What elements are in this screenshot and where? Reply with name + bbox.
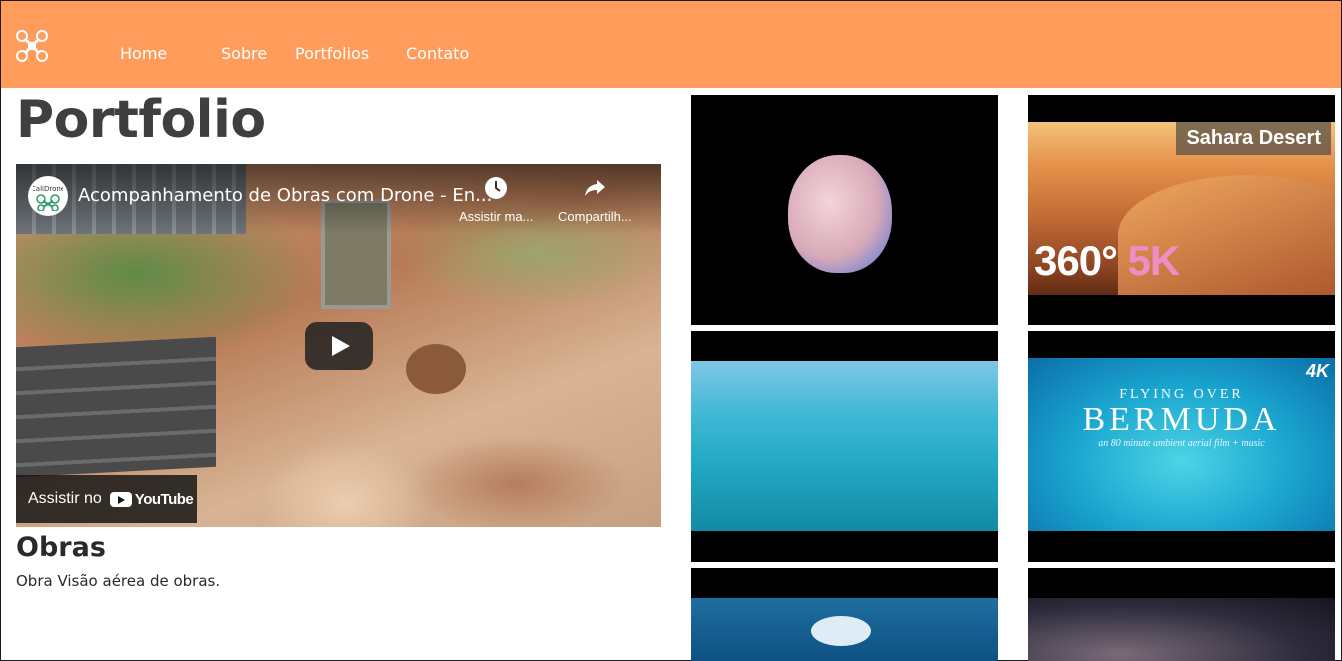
sahara-badge: 360° 5K (1034, 237, 1181, 285)
bermuda-subtitle: an 80 minute ambient aerial film + music (1098, 438, 1265, 449)
nav-home-link[interactable]: Home (120, 44, 167, 63)
nav-sobre-link[interactable]: Sobre (221, 44, 267, 63)
sahara-5k: 5K (1127, 237, 1181, 284)
cloud-shape (811, 616, 871, 646)
share-button[interactable]: Compartilh... (558, 176, 632, 224)
video-thumbnail-reef[interactable] (691, 331, 998, 562)
watch-on-label: Assistir no (28, 490, 102, 507)
nav-contato-link[interactable]: Contato (406, 44, 469, 63)
4k-badge: 4K (1305, 361, 1329, 381)
channel-avatar[interactable]: CaliDrone (28, 176, 68, 216)
video-thumbnail-sahara[interactable]: Sahara Desert 360° 5K (1028, 95, 1335, 325)
sahara-360: 360° (1034, 237, 1118, 284)
portfolio-card-description: Obra Visão aérea de obras. (16, 572, 221, 590)
navbar: Home Sobre Portfolios Contato (1, 1, 1341, 88)
planet-image (788, 155, 892, 273)
play-button[interactable] (305, 322, 373, 370)
watch-on-youtube-button[interactable]: Assistir no YouTube (16, 475, 197, 523)
page-title: Portfolio (16, 90, 266, 150)
reef-sea (691, 361, 998, 531)
sahara-label: Sahara Desert (1176, 122, 1331, 155)
drone-icon[interactable] (15, 29, 49, 63)
watch-later-label: Assistir ma... (459, 209, 534, 224)
channel-name: CaliDrone (33, 185, 63, 193)
video-thumbnail-bermuda[interactable]: 4K FLYING OVER BERMUDA an 80 minute ambi… (1028, 331, 1335, 562)
bermuda-title: BERMUDA (1082, 401, 1281, 438)
youtube-play-icon (109, 491, 132, 507)
construction-pit (406, 344, 466, 394)
clock-icon (485, 177, 508, 199)
portfolio-card-title: Obras (16, 532, 106, 563)
video-thumbnail-planet[interactable] (691, 95, 998, 325)
video-thumbnail-stars[interactable] (1028, 568, 1335, 661)
share-icon (584, 180, 605, 196)
calidrone-logo: CaliDrone (33, 185, 63, 211)
youtube-logo: YouTube (109, 490, 194, 508)
share-label: Compartilh... (558, 209, 632, 224)
watch-later-button[interactable]: Assistir ma... (459, 176, 533, 224)
starry-sky (1028, 598, 1335, 661)
video-title[interactable]: Acompanhamento de Obras com Drone - En..… (78, 185, 492, 206)
youtube-embed[interactable]: CaliDrone Acompanhamento de Obras com Dr… (16, 164, 661, 527)
youtube-wordmark: YouTube (134, 490, 194, 508)
solar-roofs (16, 336, 216, 478)
nav-portfolios-link[interactable]: Portfolios (295, 44, 369, 63)
video-thumbnail-clouds[interactable] (691, 568, 998, 661)
